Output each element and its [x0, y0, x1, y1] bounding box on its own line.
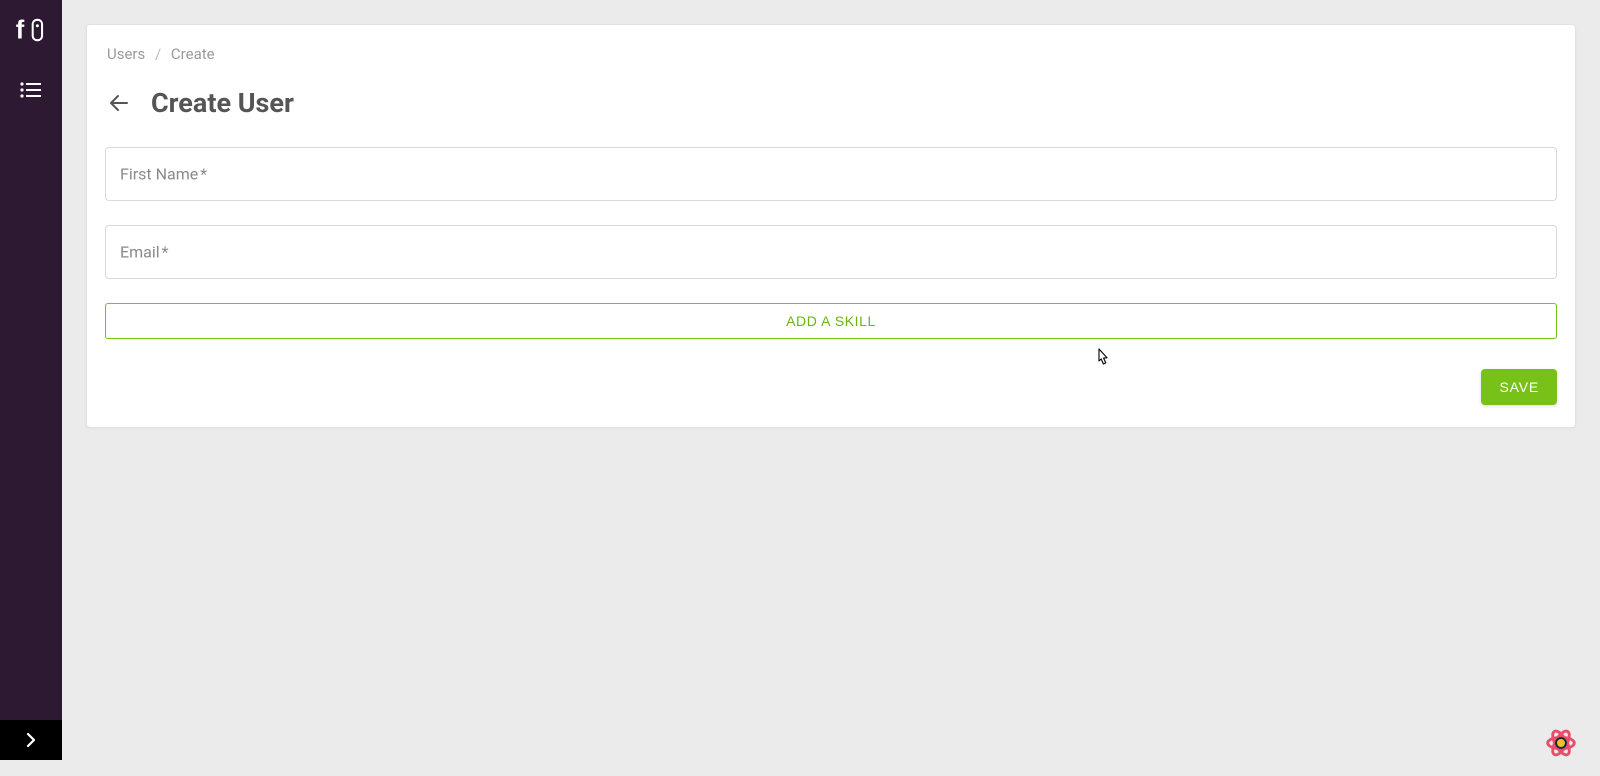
breadcrumb: Users / Create	[105, 41, 1557, 77]
sidebar-expand-button[interactable]	[0, 720, 62, 760]
sidebar: f	[0, 0, 62, 760]
title-row: Create User	[105, 77, 1557, 147]
app-logo: f	[11, 10, 51, 50]
email-field: Email*	[105, 225, 1557, 279]
list-icon[interactable]	[19, 78, 43, 102]
breadcrumb-current: Create	[171, 45, 215, 63]
main-content: Users / Create Create User First Name* E…	[62, 0, 1600, 776]
form-actions: SAVE	[105, 369, 1557, 405]
devtools-icon[interactable]	[1542, 724, 1580, 762]
create-user-card: Users / Create Create User First Name* E…	[86, 24, 1576, 428]
breadcrumb-link-users[interactable]: Users	[107, 45, 145, 63]
breadcrumb-separator: /	[155, 45, 161, 63]
first-name-input[interactable]	[105, 147, 1557, 201]
email-input[interactable]	[105, 225, 1557, 279]
first-name-field: First Name*	[105, 147, 1557, 201]
back-button[interactable]	[105, 89, 133, 117]
svg-text:f: f	[16, 17, 25, 45]
arrow-left-icon	[107, 91, 131, 115]
page-title: Create User	[151, 87, 294, 119]
chevron-right-icon	[26, 733, 36, 747]
add-skill-button[interactable]: ADD A SKILL	[105, 303, 1557, 339]
save-button[interactable]: SAVE	[1481, 369, 1557, 405]
